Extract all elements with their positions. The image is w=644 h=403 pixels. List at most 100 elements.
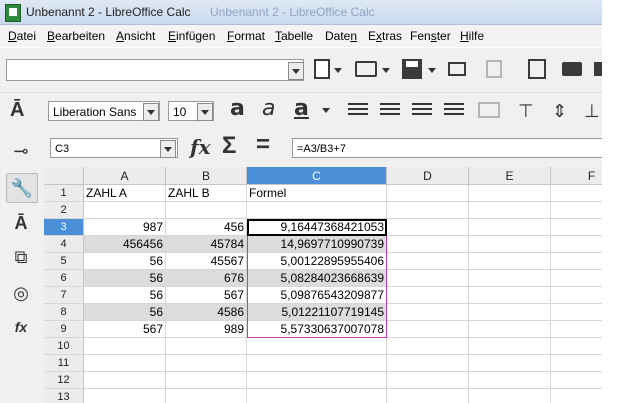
cell-a9[interactable]: 567: [84, 321, 166, 338]
center-vertically-icon[interactable]: ⇕: [552, 101, 567, 122]
cell-e11[interactable]: [469, 355, 551, 372]
spreadsheet-grid[interactable]: A B C D E F 1 ZAHL A ZAHL B Formel 2 3 987 456 9,16447…: [44, 167, 602, 403]
italic-icon[interactable]: a: [262, 96, 275, 121]
align-top-icon[interactable]: ⊤: [518, 101, 534, 122]
menu-item-format[interactable]: Format: [227, 29, 265, 43]
cell-c5[interactable]: 5,00122895955406: [247, 253, 387, 270]
cell-c9[interactable]: 5,57330637007078: [247, 321, 387, 338]
cell-c11[interactable]: [247, 355, 387, 372]
cell-d7[interactable]: [387, 287, 469, 304]
align-center-icon[interactable]: [380, 103, 400, 117]
column-header-f[interactable]: F: [551, 167, 602, 185]
cell-e13[interactable]: [469, 389, 551, 403]
align-left-icon[interactable]: [348, 103, 368, 117]
combobox-dropdown-button[interactable]: [288, 62, 304, 80]
print-icon[interactable]: [562, 62, 582, 76]
row-header-13[interactable]: 13: [44, 389, 84, 403]
cell-a4[interactable]: 456456: [84, 236, 166, 253]
cell-f12[interactable]: [551, 372, 602, 389]
row-header-5[interactable]: 5: [44, 253, 84, 270]
menu-item-einfügen[interactable]: Einfügen: [168, 29, 215, 43]
row-header-3[interactable]: 3: [44, 219, 84, 236]
row-header-6[interactable]: 6: [44, 270, 84, 287]
cell-b3[interactable]: 456: [166, 219, 247, 236]
cell-d10[interactable]: [387, 338, 469, 355]
menu-item-ansicht[interactable]: Ansicht: [116, 29, 155, 43]
cell-a1[interactable]: ZAHL A: [84, 185, 166, 202]
menu-item-hilfe[interactable]: Hilfe: [460, 29, 484, 43]
cell-a10[interactable]: [84, 338, 166, 355]
cell-d1[interactable]: [387, 185, 469, 202]
row-header-8[interactable]: 8: [44, 304, 84, 321]
cell-a2[interactable]: [84, 202, 166, 219]
tools-wrench-icon[interactable]: 🔧: [6, 173, 38, 203]
row-header-12[interactable]: 12: [44, 372, 84, 389]
cell-f2[interactable]: [551, 202, 602, 219]
column-header-b[interactable]: B: [166, 167, 247, 185]
menu-item-daten[interactable]: Daten: [325, 29, 357, 43]
cell-d11[interactable]: [387, 355, 469, 372]
cell-d12[interactable]: [387, 372, 469, 389]
cell-a11[interactable]: [84, 355, 166, 372]
cell-c4[interactable]: 14,9697710990739: [247, 236, 387, 253]
cell-b8[interactable]: 4586: [166, 304, 247, 321]
cell-c13[interactable]: [247, 389, 387, 403]
new-document-icon[interactable]: [314, 59, 330, 79]
cell-f5[interactable]: [551, 253, 602, 270]
name-box[interactable]: C3: [50, 138, 178, 158]
cell-e5[interactable]: [469, 253, 551, 270]
cell-b2[interactable]: [166, 202, 247, 219]
styles-sidebar-icon[interactable]: Ā: [6, 209, 36, 237]
cell-a7[interactable]: 56: [84, 287, 166, 304]
cell-e9[interactable]: [469, 321, 551, 338]
email-icon[interactable]: [448, 62, 466, 76]
cell-d8[interactable]: [387, 304, 469, 321]
column-header-a[interactable]: A: [84, 167, 166, 185]
cell-c2[interactable]: [247, 202, 387, 219]
cell-a3[interactable]: 987: [84, 219, 166, 236]
bold-icon[interactable]: a: [230, 96, 245, 121]
menu-item-fenster[interactable]: Fenster: [410, 29, 451, 43]
cell-d9[interactable]: [387, 321, 469, 338]
chevron-down-icon[interactable]: [382, 68, 390, 73]
row-header-4[interactable]: 4: [44, 236, 84, 253]
cell-d6[interactable]: [387, 270, 469, 287]
cell-f13[interactable]: [551, 389, 602, 403]
navigator-icon[interactable]: ◎: [6, 279, 36, 307]
cell-d4[interactable]: [387, 236, 469, 253]
menu-item-bearbeiten[interactable]: Bearbeiten: [47, 29, 105, 43]
cell-b6[interactable]: 676: [166, 270, 247, 287]
cell-e7[interactable]: [469, 287, 551, 304]
cell-f3[interactable]: [551, 219, 602, 236]
menu-item-tabelle[interactable]: Tabelle: [275, 29, 313, 43]
formula-input[interactable]: =A3/B3+7: [292, 138, 602, 158]
function-wizard-icon[interactable]: fx: [190, 135, 211, 159]
load-url-combobox[interactable]: [6, 59, 304, 81]
row-header-9[interactable]: 9: [44, 321, 84, 338]
cell-c6[interactable]: 5,08284023668639: [247, 270, 387, 287]
cell-d3[interactable]: [387, 219, 469, 236]
row-header-1[interactable]: 1: [44, 185, 84, 202]
cell-b12[interactable]: [166, 372, 247, 389]
cell-b4[interactable]: 45784: [166, 236, 247, 253]
cell-e2[interactable]: [469, 202, 551, 219]
cell-f8[interactable]: [551, 304, 602, 321]
cell-f1[interactable]: [551, 185, 602, 202]
cell-f11[interactable]: [551, 355, 602, 372]
cell-a12[interactable]: [84, 372, 166, 389]
cell-e3[interactable]: [469, 219, 551, 236]
cell-c12[interactable]: [247, 372, 387, 389]
cell-f10[interactable]: [551, 338, 602, 355]
cell-b13[interactable]: [166, 389, 247, 403]
cell-e1[interactable]: [469, 185, 551, 202]
row-header-2[interactable]: 2: [44, 202, 84, 219]
menu-item-datei[interactable]: Datei: [8, 29, 36, 43]
chevron-down-icon[interactable]: [428, 68, 436, 73]
cell-b10[interactable]: [166, 338, 247, 355]
cell-a5[interactable]: 56: [84, 253, 166, 270]
align-right-icon[interactable]: [412, 103, 432, 117]
cell-d13[interactable]: [387, 389, 469, 403]
align-bottom-icon[interactable]: ⊥: [584, 101, 600, 122]
open-folder-icon[interactable]: [355, 61, 377, 77]
cell-a6[interactable]: 56: [84, 270, 166, 287]
